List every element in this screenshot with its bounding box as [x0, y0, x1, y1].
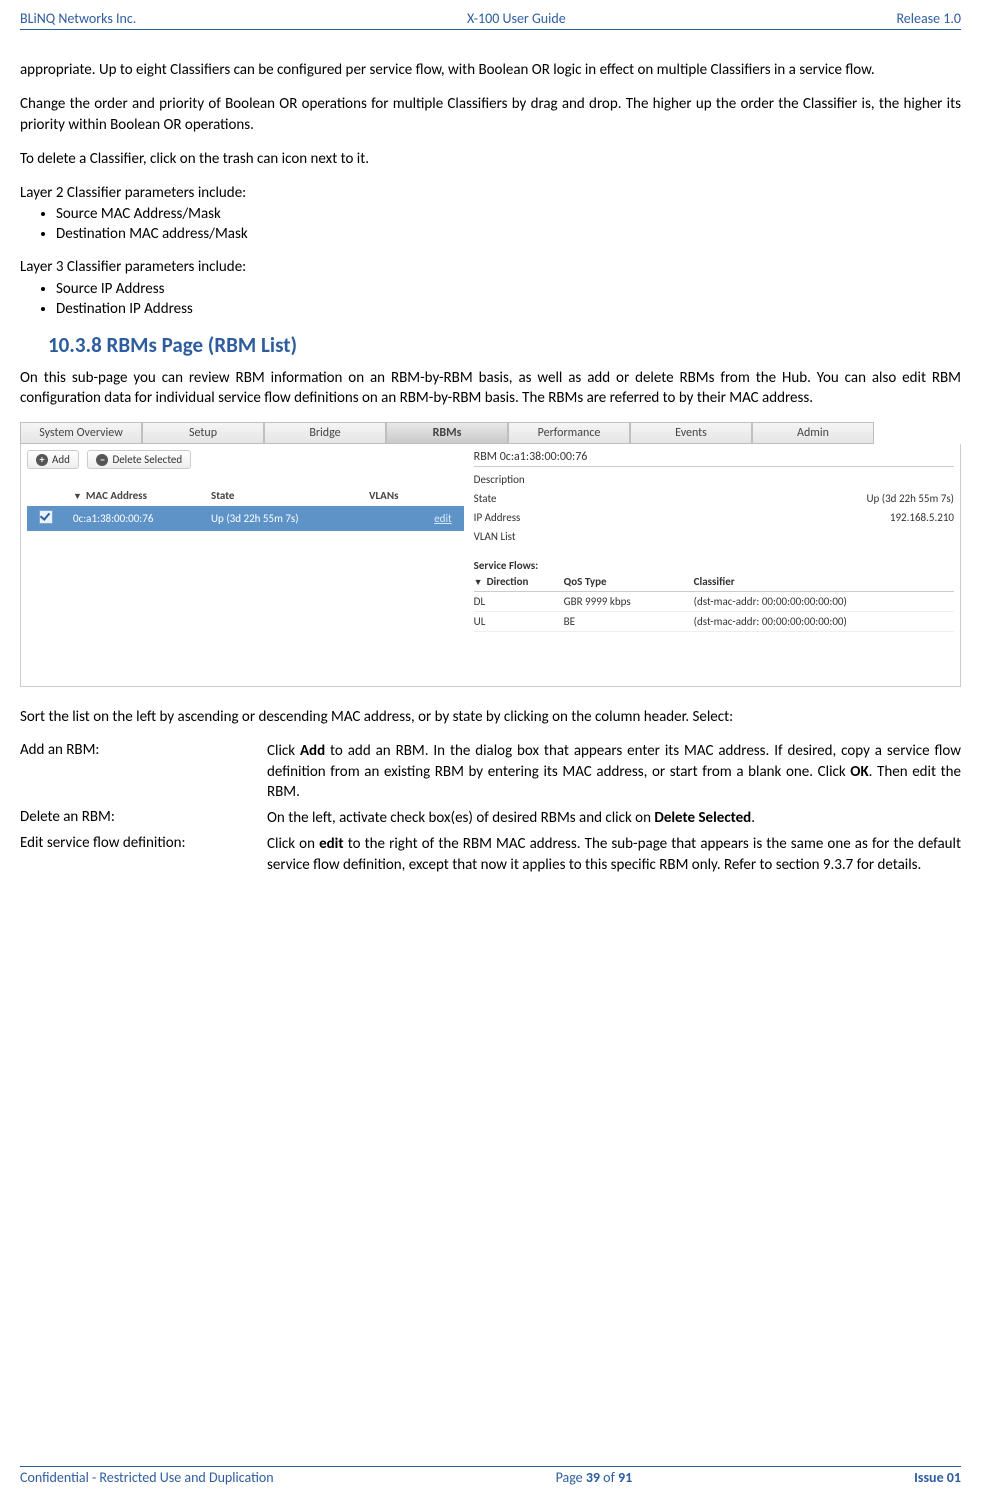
sf-cell-qos: BE	[564, 615, 694, 628]
plus-icon: +	[36, 454, 48, 466]
table-row: UL BE (dst-mac-addr: 00:00:00:00:00:00)	[474, 612, 954, 632]
body-paragraph: appropriate. Up to eight Classifiers can…	[20, 60, 961, 80]
def-body: On the left, activate check box(es) of d…	[267, 808, 961, 828]
definition-list: Add an RBM: Click Add to add an RBM. In …	[20, 741, 961, 875]
detail-panel-title: RBM 0c:a1:38:00:00:76	[474, 450, 954, 467]
add-button-label: Add	[52, 453, 70, 466]
column-headers: ▼MAC Address State VLANs	[27, 489, 464, 502]
kv-key: VLAN List	[474, 530, 516, 543]
sf-cell-cls: (dst-mac-addr: 00:00:00:00:00:00)	[694, 615, 954, 628]
def-body: Click Add to add an RBM. In the dialog b…	[267, 741, 961, 802]
kv-value: 192.168.5.210	[890, 511, 954, 524]
tab-setup[interactable]: Setup	[142, 422, 264, 444]
sort-desc-icon: ▼	[73, 491, 82, 502]
sf-col-classifier[interactable]: Classifier	[694, 575, 954, 588]
cell-state: Up (3d 22h 55m 7s)	[207, 512, 365, 525]
list-intro: Layer 3 Classifier parameters include:	[20, 257, 961, 277]
tab-rbms[interactable]: RBMs	[386, 422, 508, 444]
body-paragraph: Sort the list on the left by ascending o…	[20, 707, 961, 727]
kv-key: Description	[474, 473, 525, 486]
body-paragraph: Change the order and priority of Boolean…	[20, 94, 961, 135]
section-heading: 10.3.8 RBMs Page (RBM List)	[48, 332, 961, 358]
edit-link[interactable]: edit	[434, 512, 451, 525]
sf-cell-dir: UL	[474, 615, 564, 628]
def-body: Click on edit to the right of the RBM MA…	[267, 834, 961, 875]
def-term: Delete an RBM:	[20, 808, 267, 828]
page-footer: Confidential - Restricted Use and Duplic…	[20, 1466, 961, 1486]
minus-icon: −	[96, 454, 108, 466]
col-mac[interactable]: ▼MAC Address	[69, 489, 207, 502]
sf-cell-qos: GBR 9999 kbps	[564, 595, 694, 608]
footer-right: Issue 01	[914, 1469, 961, 1486]
add-button[interactable]: + Add	[27, 450, 79, 469]
body-paragraph: To delete a Classifier, click on the tra…	[20, 149, 961, 169]
body-paragraph: On this sub-page you can review RBM info…	[20, 368, 961, 409]
cell-mac: 0c:a1:38:00:00:76	[69, 512, 207, 525]
service-flows-table: ▼Direction QoS Type Classifier DL GBR 99…	[474, 572, 954, 632]
delete-selected-label: Delete Selected	[112, 453, 182, 466]
embedded-screenshot: System Overview Setup Bridge RBMs Perfor…	[20, 422, 961, 687]
sf-col-qos[interactable]: QoS Type	[564, 575, 694, 588]
page-header: BLiNQ Networks Inc. X-100 User Guide Rel…	[20, 10, 961, 30]
sf-cell-dir: DL	[474, 595, 564, 608]
tab-bridge[interactable]: Bridge	[264, 422, 386, 444]
list-intro: Layer 2 Classifier parameters include:	[20, 183, 961, 203]
header-center: X-100 User Guide	[467, 10, 566, 27]
kv-value: Up (3d 22h 55m 7s)	[866, 492, 954, 505]
kv-key: IP Address	[474, 511, 521, 524]
list-item: Destination MAC address/Mask	[56, 225, 961, 243]
nav-tabs: System Overview Setup Bridge RBMs Perfor…	[20, 422, 961, 444]
service-flows-heading: Service Flows:	[474, 559, 954, 572]
def-term: Edit service flow definition:	[20, 834, 267, 875]
tab-performance[interactable]: Performance	[508, 422, 630, 444]
delete-selected-button[interactable]: − Delete Selected	[87, 450, 191, 469]
kv-key: State	[474, 492, 497, 505]
col-vlans[interactable]: VLANs	[365, 489, 464, 502]
list-item: Source MAC Address/Mask	[56, 205, 961, 223]
tab-system-overview[interactable]: System Overview	[20, 422, 142, 444]
header-left: BLiNQ Networks Inc.	[20, 10, 136, 27]
list-item: Source IP Address	[56, 280, 961, 298]
table-row[interactable]: 0c:a1:38:00:00:76 Up (3d 22h 55m 7s) edi…	[27, 506, 464, 531]
tab-events[interactable]: Events	[630, 422, 752, 444]
sf-col-direction[interactable]: ▼Direction	[474, 575, 564, 588]
header-right: Release 1.0	[896, 10, 961, 27]
footer-center: Page 39 of 91	[556, 1469, 633, 1486]
col-state[interactable]: State	[207, 489, 365, 502]
def-term: Add an RBM:	[20, 741, 267, 802]
table-row: DL GBR 9999 kbps (dst-mac-addr: 00:00:00…	[474, 592, 954, 612]
bullet-list: Source IP Address Destination IP Address	[56, 280, 961, 318]
tab-admin[interactable]: Admin	[752, 422, 874, 444]
row-checkbox[interactable]	[39, 510, 53, 524]
sort-desc-icon: ▼	[474, 577, 483, 588]
list-item: Destination IP Address	[56, 300, 961, 318]
bullet-list: Source MAC Address/Mask Destination MAC …	[56, 205, 961, 243]
footer-left: Confidential - Restricted Use and Duplic…	[20, 1469, 274, 1486]
sf-cell-cls: (dst-mac-addr: 00:00:00:00:00:00)	[694, 595, 954, 608]
